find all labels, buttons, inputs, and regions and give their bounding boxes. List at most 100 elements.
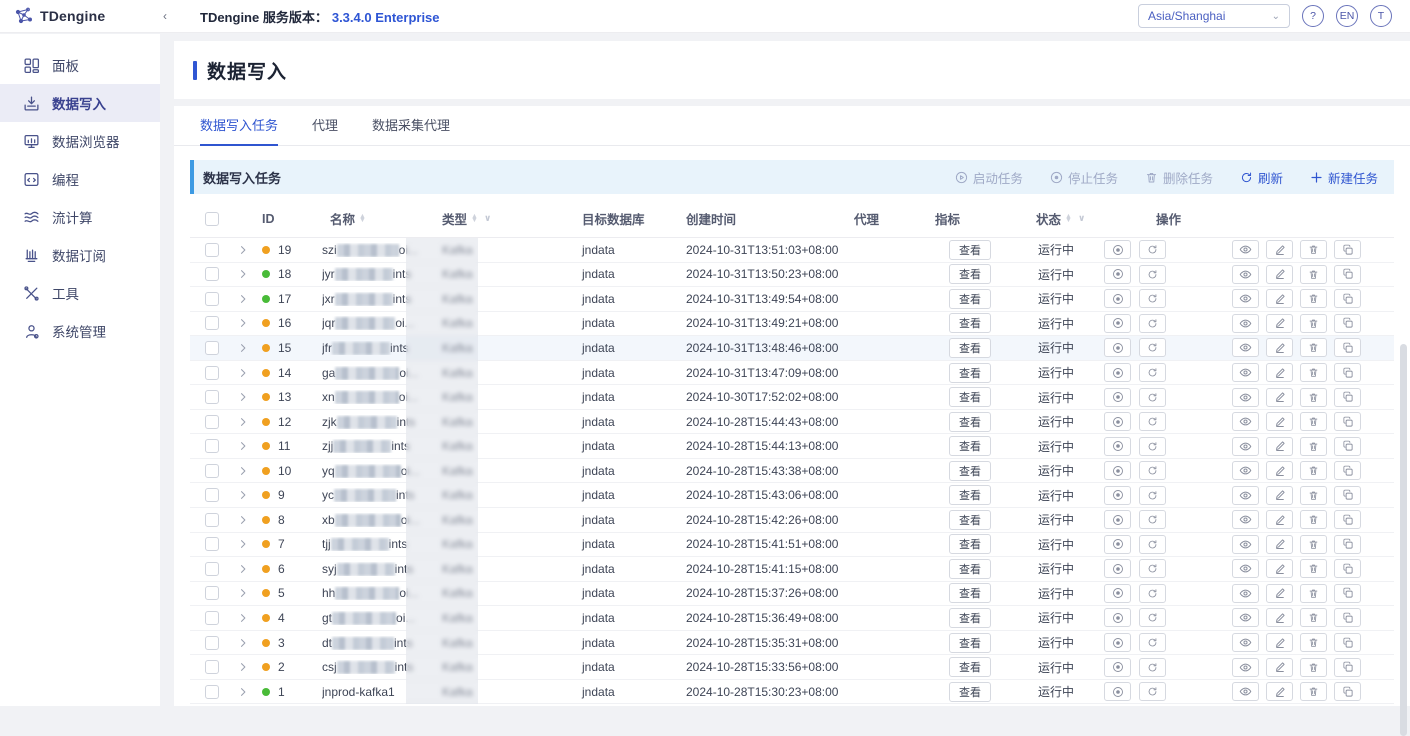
sidebar-item-6[interactable]: 数据订阅 — [0, 236, 160, 274]
filter-icon[interactable]: ∨ — [1078, 213, 1085, 224]
stop-task-button[interactable] — [1104, 338, 1131, 358]
view-task-button[interactable] — [1232, 338, 1259, 358]
edit-task-button[interactable] — [1266, 240, 1293, 260]
row-checkbox[interactable] — [205, 316, 219, 331]
sidebar-item-1[interactable]: 面板 — [0, 46, 160, 84]
restart-task-button[interactable] — [1139, 534, 1166, 554]
view-task-button[interactable] — [1232, 289, 1259, 309]
view-metrics-button[interactable]: 查看 — [949, 509, 991, 530]
edit-task-button[interactable] — [1266, 559, 1293, 579]
delete-task-button[interactable] — [1300, 313, 1327, 333]
新建任务-button[interactable]: 新建任务 — [1310, 168, 1378, 187]
expand-row-button[interactable] — [237, 489, 249, 501]
view-task-button[interactable] — [1232, 633, 1259, 653]
view-task-button[interactable] — [1232, 313, 1259, 333]
view-metrics-button[interactable]: 查看 — [949, 583, 991, 604]
stop-task-button[interactable] — [1104, 240, 1131, 260]
row-checkbox[interactable] — [205, 365, 219, 380]
row-checkbox[interactable] — [205, 537, 219, 552]
row-checkbox[interactable] — [205, 586, 219, 601]
stop-task-button[interactable] — [1104, 461, 1131, 481]
restart-task-button[interactable] — [1139, 240, 1166, 260]
restart-task-button[interactable] — [1139, 608, 1166, 628]
view-metrics-button[interactable]: 查看 — [949, 264, 991, 285]
view-task-button[interactable] — [1232, 240, 1259, 260]
duplicate-task-button[interactable] — [1334, 313, 1361, 333]
停止任务-button[interactable]: 停止任务 — [1050, 168, 1118, 187]
stop-task-button[interactable] — [1104, 682, 1131, 702]
restart-task-button[interactable] — [1139, 338, 1166, 358]
restart-task-button[interactable] — [1139, 387, 1166, 407]
delete-task-button[interactable] — [1300, 387, 1327, 407]
stop-task-button[interactable] — [1104, 363, 1131, 382]
edit-task-button[interactable] — [1266, 657, 1293, 677]
stop-task-button[interactable] — [1104, 485, 1131, 505]
stop-task-button[interactable] — [1104, 387, 1131, 407]
row-checkbox[interactable] — [205, 340, 219, 355]
stop-task-button[interactable] — [1104, 534, 1131, 554]
delete-task-button[interactable] — [1300, 608, 1327, 628]
delete-task-button[interactable] — [1300, 534, 1327, 554]
delete-task-button[interactable] — [1300, 363, 1327, 382]
row-checkbox[interactable] — [205, 512, 219, 527]
duplicate-task-button[interactable] — [1334, 657, 1361, 677]
edit-task-button[interactable] — [1266, 436, 1293, 456]
duplicate-task-button[interactable] — [1334, 534, 1361, 554]
row-checkbox[interactable] — [205, 488, 219, 503]
row-checkbox[interactable] — [205, 684, 219, 699]
duplicate-task-button[interactable] — [1334, 608, 1361, 628]
view-task-button[interactable] — [1232, 387, 1259, 407]
row-checkbox[interactable] — [205, 439, 219, 454]
column-header-type[interactable]: 类型 ▲ ▼ ∨ — [442, 209, 574, 228]
view-metrics-button[interactable]: 查看 — [949, 632, 991, 653]
delete-task-button[interactable] — [1300, 485, 1327, 505]
duplicate-task-button[interactable] — [1334, 583, 1361, 603]
edit-task-button[interactable] — [1266, 338, 1293, 358]
expand-row-button[interactable] — [237, 293, 249, 305]
stop-task-button[interactable] — [1104, 436, 1131, 456]
view-metrics-button[interactable]: 查看 — [949, 485, 991, 506]
expand-row-button[interactable] — [237, 661, 249, 673]
restart-task-button[interactable] — [1139, 559, 1166, 579]
row-checkbox[interactable] — [205, 463, 219, 478]
delete-task-button[interactable] — [1300, 559, 1327, 579]
version-value[interactable]: 3.3.4.0 Enterprise — [332, 10, 440, 25]
column-header-status[interactable]: 状态 ▲ ▼ ∨ — [1018, 209, 1094, 228]
expand-row-button[interactable] — [237, 317, 249, 329]
view-task-button[interactable] — [1232, 363, 1259, 382]
delete-task-button[interactable] — [1300, 461, 1327, 481]
view-metrics-button[interactable]: 查看 — [949, 681, 991, 702]
row-checkbox[interactable] — [205, 610, 219, 625]
delete-task-button[interactable] — [1300, 264, 1327, 284]
view-metrics-button[interactable]: 查看 — [949, 657, 991, 678]
row-checkbox[interactable] — [205, 291, 219, 306]
expand-row-button[interactable] — [237, 367, 249, 379]
edit-task-button[interactable] — [1266, 461, 1293, 481]
sidebar-item-2[interactable]: 数据写入 — [0, 84, 160, 122]
edit-task-button[interactable] — [1266, 485, 1293, 505]
restart-task-button[interactable] — [1139, 313, 1166, 333]
sidebar-collapse-button[interactable]: ‹ — [156, 7, 174, 25]
view-task-button[interactable] — [1232, 682, 1259, 702]
duplicate-task-button[interactable] — [1334, 264, 1361, 284]
restart-task-button[interactable] — [1139, 461, 1166, 481]
edit-task-button[interactable] — [1266, 682, 1293, 702]
duplicate-task-button[interactable] — [1334, 485, 1361, 505]
edit-task-button[interactable] — [1266, 387, 1293, 407]
edit-task-button[interactable] — [1266, 412, 1293, 432]
duplicate-task-button[interactable] — [1334, 387, 1361, 407]
restart-task-button[interactable] — [1139, 363, 1166, 382]
column-header-name[interactable]: 名称 ▲ ▼ — [322, 209, 442, 228]
language-button[interactable]: EN — [1336, 5, 1358, 27]
expand-row-button[interactable] — [237, 391, 249, 403]
restart-task-button[interactable] — [1139, 264, 1166, 284]
delete-task-button[interactable] — [1300, 583, 1327, 603]
delete-task-button[interactable] — [1300, 289, 1327, 309]
expand-row-button[interactable] — [237, 538, 249, 550]
expand-row-button[interactable] — [237, 268, 249, 280]
view-metrics-button[interactable]: 查看 — [949, 436, 991, 457]
view-task-button[interactable] — [1232, 534, 1259, 554]
sidebar-item-5[interactable]: 流计算 — [0, 198, 160, 236]
restart-task-button[interactable] — [1139, 583, 1166, 603]
duplicate-task-button[interactable] — [1334, 289, 1361, 309]
